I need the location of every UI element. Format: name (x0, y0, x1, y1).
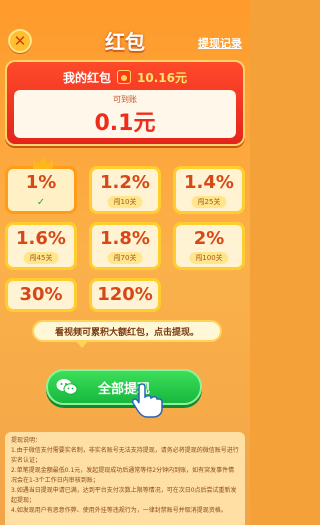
red-packet-card: 我的红包 10.16元 可到账 0.1元 (5, 60, 245, 146)
instruction-line: 3.如遇当日提现申请已满，达到平台支付次数上限等情况，可在次日0点后尝试重新发起… (11, 487, 237, 504)
option-3[interactable]: 1.4% 闯25关 (173, 166, 245, 214)
withdraw-records-link[interactable]: 提现记录 (198, 35, 242, 51)
receivable-label: 可到账 (113, 95, 137, 104)
balance-amount: 10.16元 (137, 70, 187, 85)
option-percent: 1.8% (100, 228, 150, 249)
red-packet-icon (117, 70, 132, 84)
instruction-line: 2.单笔提现金额最低0.1元，发起提现成功后通常等待2分钟内到账，如有突发事件情… (11, 467, 235, 484)
option-percent: 1.6% (16, 228, 66, 249)
option-2[interactable]: 1.2% 闯10关 (89, 166, 161, 214)
option-percent: 2% (193, 228, 225, 249)
withdraw-options-grid: 1% ✓ 1.2% 闯10关 1.4% 闯25关 1.6% 闯45关 1.8% … (5, 152, 245, 312)
instructions-title: 提现说明： (11, 437, 42, 444)
option-7[interactable]: 30% (5, 278, 77, 312)
option-1[interactable]: 1% ✓ (5, 157, 77, 214)
option-requirement: 闯25关 (191, 196, 227, 208)
option-requirement: 闯100关 (189, 252, 229, 264)
wechat-icon (56, 379, 78, 395)
option-percent: 1.4% (184, 172, 234, 193)
option-percent: 120% (97, 284, 153, 305)
tooltip: 看视频可累积大额红包，点击提现。 (32, 320, 222, 348)
check-icon: ✓ (36, 197, 46, 208)
card-body: 可到账 0.1元 (14, 90, 236, 138)
option-5[interactable]: 1.8% 闯70关 (89, 222, 161, 270)
instruction-line: 4.如发现用户有恶意作弊、使用外挂等违规行为，一律封禁账号并取消提现资格。 (11, 507, 227, 514)
instructions-panel: 提现说明： 1.由于微信支付需要实名制，非实名账号无法支持提现，请务必将提现的微… (5, 432, 245, 525)
card-label: 我的红包 (63, 70, 112, 85)
receivable-value: 0.1元 (94, 111, 156, 136)
option-4[interactable]: 1.6% 闯45关 (5, 222, 77, 270)
option-requirement: 闯70关 (107, 252, 143, 264)
card-header: 我的红包 10.16元 (7, 68, 243, 86)
withdraw-all-button[interactable]: 全部提现 (46, 369, 202, 405)
option-percent: 30% (19, 284, 63, 305)
option-6[interactable]: 2% 闯100关 (173, 222, 245, 270)
option-requirement: 闯45关 (23, 252, 59, 264)
option-percent: 1.2% (100, 172, 150, 193)
crown-icon (33, 157, 53, 169)
instruction-line: 1.由于微信支付需要实名制，非实名账号无法支持提现，请务必将提现的微信账号进行实… (11, 447, 239, 464)
option-8[interactable]: 120% (89, 278, 161, 312)
pointer-hand-icon (131, 383, 163, 418)
option-percent: 1% (25, 172, 57, 193)
option-requirement: 闯10关 (107, 196, 143, 208)
